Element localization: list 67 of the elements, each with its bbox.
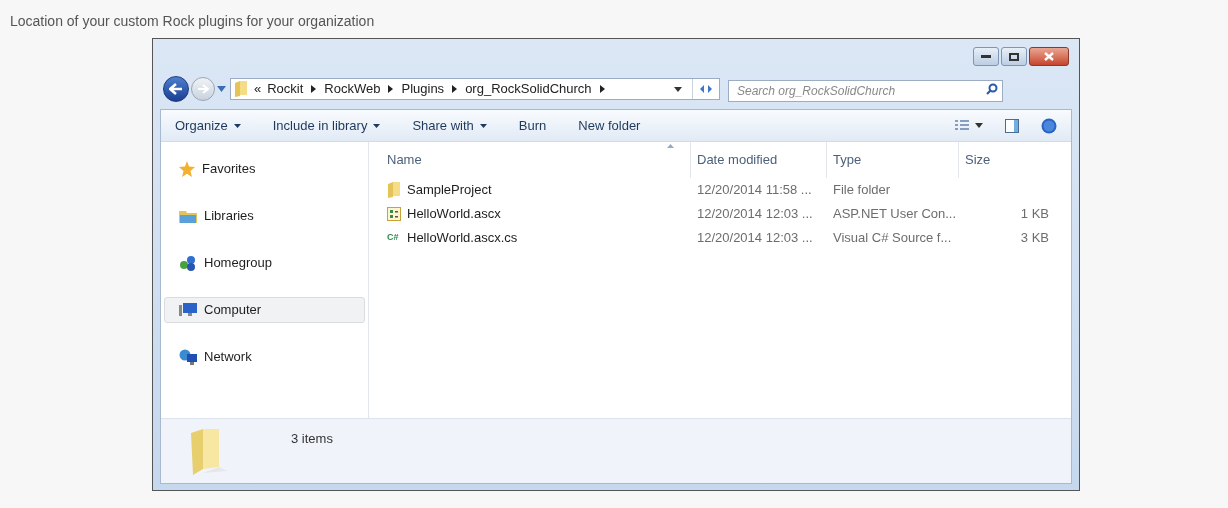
- toolbar-button[interactable]: New folder: [578, 115, 641, 136]
- homegroup-icon: [179, 255, 197, 271]
- caret-icon: [233, 123, 241, 128]
- toolbar-button[interactable]: Burn: [518, 115, 547, 136]
- back-arrow-icon: [169, 83, 183, 95]
- star-icon: [179, 161, 195, 177]
- dropdown-caret-icon[interactable]: [674, 86, 682, 92]
- table-cell[interactable]: HelloWorld.ascx: [407, 204, 501, 224]
- toolbar-button[interactable]: Include in library: [272, 115, 381, 136]
- table-cell-text: 1 KB: [1020, 205, 1049, 224]
- chevron-icon[interactable]: [452, 85, 458, 93]
- sidebar-item[interactable]: Libraries: [164, 203, 365, 229]
- column-header[interactable]: Date modified: [697, 150, 778, 170]
- caret-icon[interactable]: [217, 86, 226, 92]
- minimize-button[interactable]: [973, 47, 999, 66]
- column-header[interactable]: Size: [965, 150, 991, 170]
- table-cell[interactable]: SampleProject: [407, 180, 492, 200]
- column-header[interactable]: Type: [833, 150, 862, 170]
- search-icon: [986, 83, 998, 95]
- chevron-icon[interactable]: [599, 85, 605, 93]
- table-cell-text: ASP.NET User Con...: [833, 205, 957, 224]
- folder-icon: [387, 182, 401, 198]
- item-count: 3 items: [291, 430, 333, 448]
- sidebar-item[interactable]: Homegroup: [164, 250, 365, 276]
- sidebar-item[interactable]: Network: [164, 344, 365, 370]
- folder-icon: [234, 81, 248, 97]
- column-header[interactable]: Name: [387, 150, 422, 170]
- table-cell[interactable]: HelloWorld.ascx.cs: [407, 228, 518, 248]
- breadcrumb-item[interactable]: Plugins: [401, 79, 445, 99]
- breadcrumb-item[interactable]: Rockit: [267, 79, 304, 99]
- preview-pane-icon[interactable]: [1005, 118, 1019, 133]
- forward-arrow-icon: [197, 84, 209, 94]
- back-button[interactable]: [163, 76, 189, 102]
- toolbar-button[interactable]: Organize: [175, 115, 241, 136]
- close-button[interactable]: [1029, 47, 1069, 66]
- table-cell-text: 12/20/2014 12:03 ...: [697, 229, 813, 248]
- maximize-button[interactable]: [1001, 47, 1027, 66]
- sidebar-item[interactable]: Favorites: [164, 156, 365, 182]
- close-icon: [1044, 52, 1054, 61]
- toolbar-button[interactable]: Share with: [412, 115, 487, 136]
- caret-icon: [479, 123, 487, 128]
- search-field[interactable]: Search org_RockSolidChurch: [728, 80, 1003, 102]
- table-cell-text: File folder: [833, 181, 891, 200]
- maximize-icon: [1009, 52, 1019, 61]
- breadcrumb-item[interactable]: RockWeb: [324, 79, 381, 99]
- address-bar[interactable]: « Rockit RockWeb Plugins org_RockSolidChurch: [230, 78, 720, 100]
- computer-icon: [179, 302, 197, 318]
- caption: Location of your custom Rock plugins for your organization: [10, 13, 375, 29]
- breadcrumb-item[interactable]: org_RockSolidChurch: [465, 79, 592, 99]
- overflow-chevron[interactable]: «: [254, 79, 262, 99]
- folder-icon: [189, 429, 227, 475]
- chevron-icon[interactable]: [311, 85, 317, 93]
- csharp-file-icon: C#: [387, 231, 401, 245]
- sidebar-item[interactable]: Computer: [164, 297, 365, 323]
- network-icon: [179, 349, 197, 365]
- control-file-icon: [387, 207, 401, 221]
- dropdown-caret-icon[interactable]: [975, 123, 983, 128]
- table-cell-text: 12/20/2014 11:58 ...: [697, 181, 812, 200]
- minimize-icon: [981, 54, 991, 59]
- table-cell-text: 3 KB: [1020, 229, 1049, 248]
- table-cell-text: 12/20/2014 12:03 ...: [697, 205, 813, 224]
- sort-arrow-icon: [667, 144, 674, 148]
- caret-icon: [373, 123, 381, 128]
- table-cell-text: Visual C# Source f...: [833, 229, 952, 248]
- library-icon: [179, 209, 197, 223]
- chevron-icon[interactable]: [388, 85, 394, 93]
- refresh-icon[interactable]: [699, 84, 713, 94]
